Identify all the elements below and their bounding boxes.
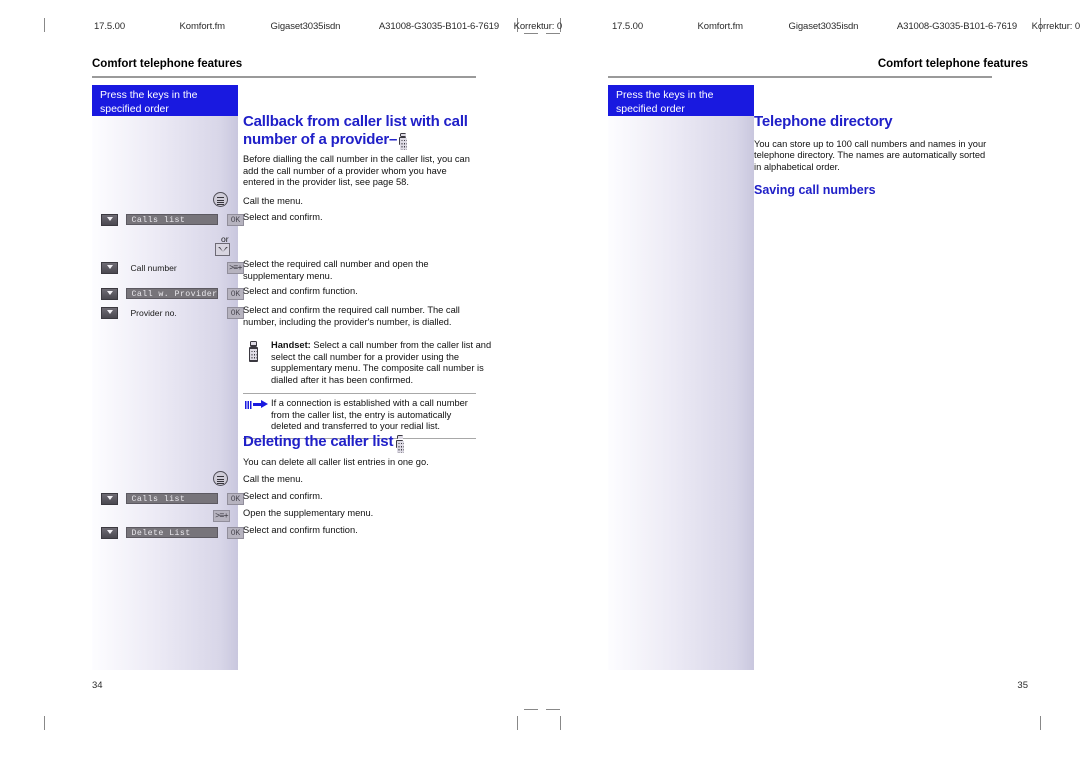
ok-key-icon[interactable]: OK xyxy=(226,306,244,319)
page-right: Comfort telephone features Press the key… xyxy=(540,0,1080,763)
down-arrow-key-icon[interactable] xyxy=(101,526,118,539)
ok-key-icon[interactable]: OK xyxy=(226,213,244,226)
supp-key-icon-wrap[interactable]: >≡+ xyxy=(213,507,230,525)
key-panel-heading-line1: Press the keys in the xyxy=(616,89,714,101)
step-select-confirm-function: Select and confirm function. xyxy=(243,286,476,298)
step-call-menu: Call the menu. xyxy=(243,196,476,208)
down-arrow-key-icon[interactable] xyxy=(101,492,118,505)
step-row-call-w-provider: Call w. Provider OK xyxy=(101,285,244,303)
key-panel-heading-line1: Press the keys in the xyxy=(100,89,198,101)
display-field-delete-list: Delete List xyxy=(126,527,219,539)
note-caller-list-redial: If a connection is established with a ca… xyxy=(243,393,476,439)
step-text: Select and confirm. xyxy=(243,491,323,501)
down-arrow-key-icon[interactable] xyxy=(101,261,118,274)
step-row-calls-list-2: Calls list OK xyxy=(101,490,244,508)
chevron-down-icon xyxy=(215,243,230,257)
section-title-callback-text: Callback from caller list with call numb… xyxy=(243,113,468,148)
handset-note: Handset: Select a call number from the c… xyxy=(243,340,506,386)
step-select-call-number: Select the required call number and open… xyxy=(243,259,476,282)
step-text: Select and confirm function. xyxy=(243,525,358,535)
step-text: Select and confirm function. xyxy=(243,286,358,296)
step-row-call-number: Call number >≡+ xyxy=(101,259,244,277)
pointer-hand-icon xyxy=(245,400,269,409)
content-right: Telephone directory You can store up to … xyxy=(754,113,987,203)
step-text: Select and confirm. xyxy=(243,212,323,222)
step-select-provider-number: Select and confirm the required call num… xyxy=(243,305,476,328)
menu-key-glyph xyxy=(213,192,228,208)
supplementary-menu-key-icon: >≡+ xyxy=(213,509,230,522)
step-row-delete-list: Delete List OK xyxy=(101,524,244,542)
note-text: If a connection is established with a ca… xyxy=(271,398,468,432)
display-field-call-number: Call number xyxy=(130,262,177,273)
step-text: Call the menu. xyxy=(243,474,303,484)
step-row-calls-list: Calls list OK xyxy=(101,211,244,229)
page-number-right: 35 xyxy=(1017,680,1028,691)
key-panel-left: Press the keys in the specified order xyxy=(92,85,238,670)
section-title-deleting-text: Deleting the caller list xyxy=(243,433,394,450)
header-rule-left xyxy=(92,76,476,78)
section-title-saving-call-numbers: Saving call numbers xyxy=(754,183,876,198)
key-panel-heading-left: Press the keys in the specified order xyxy=(92,85,238,116)
menu-key-icon-2[interactable] xyxy=(213,470,228,488)
down-arrow-key-icon[interactable] xyxy=(101,213,118,226)
display-field-calls-list: Calls list xyxy=(126,214,219,226)
key-panel-heading-right: Press the keys in the specified order xyxy=(608,85,754,116)
page-number-left: 34 xyxy=(92,680,103,691)
display-field-call-w-provider: Call w. Provider xyxy=(126,288,219,300)
menu-key-glyph xyxy=(213,471,228,487)
ok-key-icon[interactable]: OK xyxy=(226,492,244,505)
page-title-telephone-directory: Telephone directory xyxy=(754,113,893,130)
section-title-callback: Callback from caller list with call numb… xyxy=(243,113,476,151)
handset-icon xyxy=(249,341,258,362)
page-intro-telephone-directory: You can store up to 100 call numbers and… xyxy=(754,138,987,172)
section-intro-callback: Before dialling the call number in the c… xyxy=(243,154,470,188)
page-left: Comfort telephone features Press the key… xyxy=(0,0,540,763)
handset-note-label: Handset: xyxy=(271,340,311,350)
key-panel-heading-line2: specified order xyxy=(616,102,685,115)
step-text: Open the supplementary menu. xyxy=(243,508,374,518)
handset-icon xyxy=(399,132,407,151)
key-panel-right: Press the keys in the specified order xyxy=(608,85,754,670)
ok-key-icon[interactable]: OK xyxy=(226,526,244,539)
step-text: Select the required call number and open… xyxy=(243,259,429,281)
step-row-provider-no: Provider no. OK xyxy=(101,304,244,322)
running-head-left: Comfort telephone features xyxy=(92,58,243,70)
down-arrow-key-icon[interactable] xyxy=(101,306,118,319)
key-panel-heading-line2: specified order xyxy=(100,102,169,115)
down-arrow-key-icon[interactable] xyxy=(101,287,118,300)
ok-key-icon[interactable]: OK xyxy=(226,287,244,300)
chevron-down-key[interactable] xyxy=(215,241,230,259)
supplementary-menu-key-icon[interactable]: >≡+ xyxy=(226,261,244,274)
display-field-calls-list: Calls list xyxy=(126,493,219,505)
section-title-deleting: Deleting the caller list xyxy=(243,433,476,453)
step-open-supp-menu: Open the supplementary menu. xyxy=(243,508,476,520)
step-select-confirm-1: Select and confirm. xyxy=(243,212,476,224)
header-rule-right xyxy=(608,76,992,78)
step-call-menu-2: Call the menu. xyxy=(243,474,476,486)
section-intro-deleting: You can delete all caller list entries i… xyxy=(243,457,429,467)
running-head-right: Comfort telephone features xyxy=(877,58,1028,70)
step-select-confirm-function-2: Select and confirm function. xyxy=(243,525,476,537)
display-field-provider-no: Provider no. xyxy=(130,307,177,318)
step-text: Select and confirm the required call num… xyxy=(243,305,460,327)
menu-key-icon[interactable] xyxy=(213,191,228,209)
content-left: Callback from caller list with call numb… xyxy=(243,113,476,197)
step-text: Call the menu. xyxy=(243,196,303,206)
handset-pictogram-icon xyxy=(249,341,258,362)
handset-icon xyxy=(396,435,405,453)
step-select-confirm-2: Select and confirm. xyxy=(243,491,476,503)
